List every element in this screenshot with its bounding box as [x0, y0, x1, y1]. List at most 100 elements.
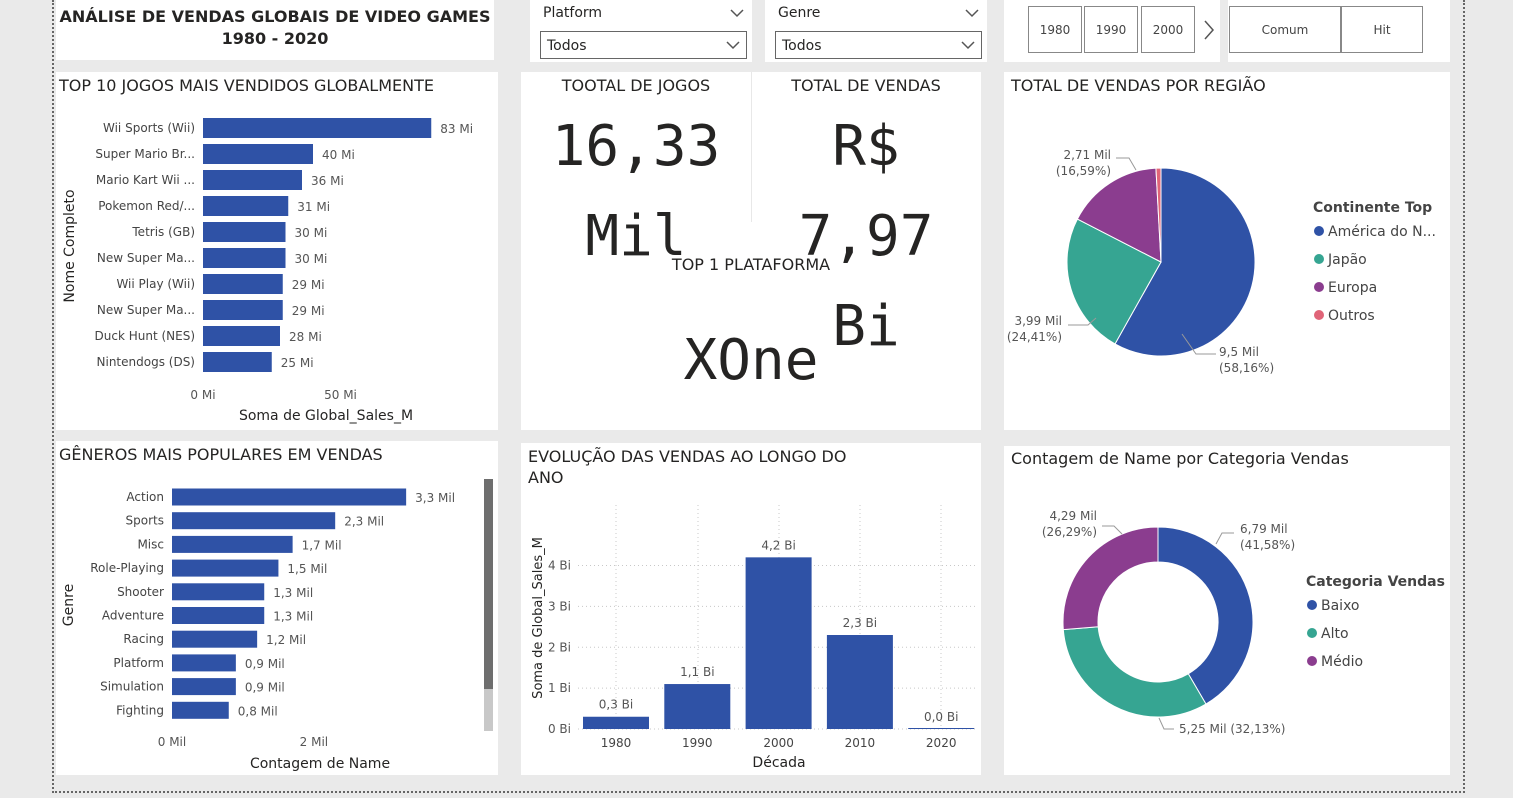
- bar: [172, 654, 236, 672]
- pie-slice: [1157, 526, 1254, 705]
- top10-bar-chart: Wii Sports (Wii) 83 Mi Super Mario Br... 40…: [62, 118, 473, 424]
- data-label: 1,5 Mil: [287, 562, 327, 576]
- bar: [203, 196, 289, 216]
- data-label: 2,3 Bi: [843, 616, 877, 630]
- category-label: Shooter: [117, 585, 164, 599]
- category-label: New Super Ma...: [97, 251, 195, 265]
- total-jogos-label: TOOTAL DE JOGOS: [561, 76, 711, 95]
- bar: [203, 248, 286, 268]
- evolution-bar-chart: 0 Bi 1 Bi 2 Bi 3 Bi 4 Bi 0,3 Bi 1980 1,1 Bi 1990…: [531, 505, 976, 771]
- x-tick-label: 2000: [763, 736, 794, 750]
- pie-slice: [1062, 626, 1207, 718]
- category-tile-hit[interactable]: Hit: [1341, 6, 1423, 53]
- scrollbar-thumb[interactable]: [484, 479, 493, 689]
- data-label: 3,99 Mil: [1014, 314, 1062, 328]
- category-chart-card: Contagem de Name por Categoria Vendas Ca…: [1004, 446, 1450, 775]
- decade-tile-2000[interactable]: 2000: [1141, 6, 1195, 53]
- leader-line: [1102, 525, 1123, 535]
- data-label: (26,29%): [1042, 525, 1097, 539]
- bar: [172, 583, 265, 601]
- bar: [203, 222, 286, 242]
- report-title-line2: 1980 - 2020: [221, 29, 329, 48]
- bar: [745, 557, 812, 729]
- x-tick-label: 0 Mi: [190, 388, 215, 402]
- data-label: 9,5 Mil: [1219, 345, 1259, 359]
- platform-slicer-label: Platform: [543, 5, 603, 21]
- bar: [172, 607, 265, 624]
- bar: [583, 716, 649, 729]
- chevron-down-icon: [961, 41, 975, 50]
- x-tick-label: 2020: [926, 736, 957, 750]
- category-slicer: Comum Hit: [1228, 0, 1450, 62]
- legend-marker: [1314, 254, 1324, 264]
- bar: [172, 701, 229, 719]
- decade-slicer: 1980 1990 2000: [1004, 0, 1220, 62]
- legend-item: Japão: [1327, 252, 1367, 268]
- top-plataforma-label: TOP 1 PLATAFORMA: [671, 255, 831, 274]
- data-label: 1,3 Mil: [273, 586, 313, 600]
- y-axis-label: Soma de Global_Sales_M: [531, 537, 546, 699]
- data-label: 1,1 Bi: [680, 665, 714, 679]
- platform-dropdown[interactable]: Todos: [540, 31, 747, 59]
- legend-marker: [1314, 282, 1324, 292]
- category-tile-comum[interactable]: Comum: [1229, 6, 1341, 53]
- x-axis-label: Soma de Global_Sales_M: [239, 408, 413, 424]
- total-jogos-value-line1: 16,33: [551, 114, 721, 179]
- category-donut-chart: Categoria Vendas Baixo Alto Médio 6,79 Mil (4…: [1042, 509, 1445, 736]
- data-label: 5,25 Mil (32,13%): [1179, 722, 1286, 736]
- decade-tile-1980[interactable]: 1980: [1028, 6, 1082, 53]
- y-tick-label: 1 Bi: [548, 681, 571, 695]
- legend-marker: [1314, 310, 1324, 320]
- bar: [908, 728, 975, 729]
- data-label: 1,3 Mil: [273, 610, 313, 624]
- chevron-down-icon[interactable]: [965, 8, 979, 18]
- legend-item: Europa: [1328, 280, 1377, 296]
- y-tick-label: 3 Bi: [548, 599, 571, 613]
- x-axis-label: Década: [752, 755, 805, 771]
- bar: [203, 144, 313, 164]
- category-label: Sports: [126, 514, 164, 528]
- bar: [172, 678, 236, 696]
- region-chart-card: TOTAL DE VENDAS POR REGIÃO Continente To…: [1004, 72, 1450, 430]
- data-label: 0,9 Mil: [245, 657, 285, 671]
- data-label: 30 Mi: [295, 252, 328, 266]
- bar: [172, 535, 293, 553]
- bar: [826, 635, 893, 729]
- data-label: 28 Mi: [289, 330, 322, 344]
- leader-line: [1116, 157, 1137, 171]
- data-label: 29 Mi: [292, 304, 325, 318]
- category-label: Action: [126, 490, 164, 504]
- data-label: 4,2 Bi: [761, 538, 795, 552]
- data-label: 36 Mi: [311, 174, 344, 188]
- data-label: 1,7 Mil: [302, 538, 342, 552]
- genre-dropdown-value: Todos: [782, 38, 822, 54]
- chevron-down-icon[interactable]: [730, 8, 744, 18]
- genres-chart-card: GÊNEROS MAIS POPULARES EM VENDAS Action 3…: [56, 441, 498, 775]
- y-tick-label: 0 Bi: [548, 722, 571, 736]
- data-label: 31 Mi: [297, 200, 330, 214]
- data-label: 1,2 Mil: [266, 633, 306, 647]
- decade-tile-1990[interactable]: 1990: [1084, 6, 1138, 53]
- bar: [172, 559, 279, 577]
- data-label: 0,8 Mil: [238, 704, 278, 718]
- chevron-down-icon: [726, 41, 740, 50]
- legend-item: Alto: [1321, 626, 1349, 642]
- category-label: Super Mario Br...: [95, 147, 195, 161]
- bar: [172, 488, 407, 506]
- genre-slicer-label: Genre: [778, 5, 821, 21]
- genre-dropdown[interactable]: Todos: [775, 31, 982, 59]
- category-label: Role-Playing: [90, 561, 164, 575]
- top-plataforma-value: XOne: [683, 328, 819, 393]
- region-pie-chart: Continente Top América do N... Japão Europa…: [1007, 148, 1436, 375]
- category-label: Platform: [113, 656, 164, 670]
- data-label: 6,79 Mil: [1240, 522, 1288, 536]
- data-label: 2,3 Mil: [344, 515, 384, 529]
- category-label: New Super Ma...: [97, 303, 195, 317]
- leader-line: [1158, 717, 1174, 730]
- report-title-line1: ANÁLISE DE VENDAS GLOBAIS DE VIDEO GAMES: [59, 7, 491, 26]
- y-axis-label: Nome Completo: [62, 189, 78, 302]
- data-label: (16,59%): [1056, 164, 1111, 178]
- x-tick-label: 1990: [682, 736, 713, 750]
- category-label: Simulation: [100, 680, 164, 694]
- chevron-right-icon[interactable]: [1203, 20, 1215, 40]
